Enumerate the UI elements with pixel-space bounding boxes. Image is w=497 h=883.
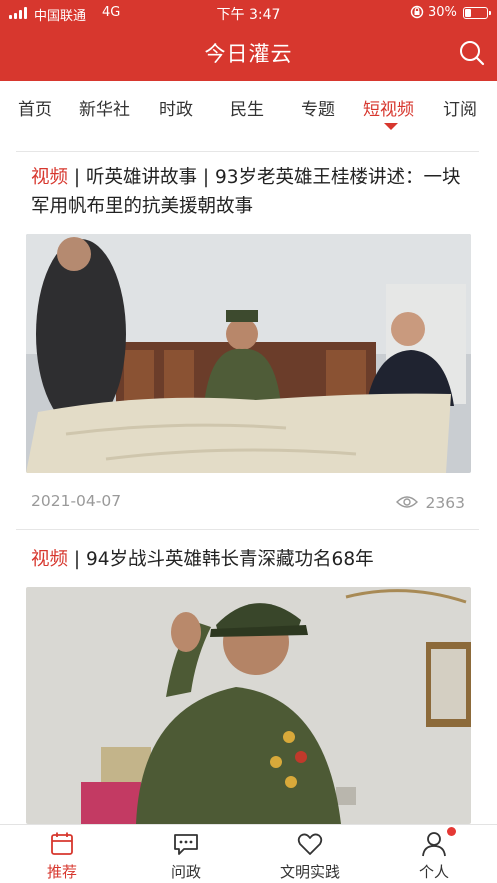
calendar-icon — [51, 832, 73, 855]
app-screen: 中国联通 4G 下午 3:47 30% 今日灌云 首页 新华社 时政 民生 专题… — [0, 0, 497, 883]
nav-profile[interactable]: 个人 — [384, 825, 484, 883]
article-date: 2021-04-07 — [31, 492, 122, 510]
tab-topics[interactable]: 专题 — [301, 95, 335, 120]
divider — [16, 529, 479, 530]
app-header: 中国联通 4G 下午 3:47 30% 今日灌云 — [0, 0, 497, 81]
active-tab-indicator — [384, 123, 398, 130]
page-title: 今日灌云 — [204, 42, 293, 66]
nav-label: 个人 — [418, 863, 449, 881]
veteran-salute-photo — [26, 587, 471, 824]
divider — [16, 151, 479, 152]
search-button[interactable] — [457, 38, 487, 68]
nav-label: 问政 — [170, 863, 201, 881]
veteran-canvas-photo — [26, 234, 471, 473]
heart-icon — [297, 833, 323, 855]
channel-tabs: 首页 新华社 时政 民生 专题 短视频 订阅 — [0, 81, 497, 131]
tab-home[interactable]: 首页 — [18, 95, 52, 120]
battery-icon — [463, 7, 491, 19]
rotation-lock-icon — [410, 5, 424, 23]
tab-politics[interactable]: 时政 — [159, 95, 193, 120]
article-title[interactable]: 视频 | 听英雄讲故事 | 93岁老英雄王桂楼讲述：一块军用帆布里的抗美援朝故事 — [31, 163, 471, 221]
view-count: 2363 — [395, 494, 465, 512]
nav-label: 推荐 — [46, 863, 77, 881]
search-icon — [460, 41, 485, 66]
tab-livelihood[interactable]: 民生 — [230, 95, 264, 120]
video-tag: 视频 — [31, 549, 69, 570]
eye-icon — [395, 496, 418, 508]
tab-subscribe[interactable]: 订阅 — [443, 95, 477, 120]
tab-xinhua[interactable]: 新华社 — [79, 95, 130, 120]
nav-recommend[interactable]: 推荐 — [12, 825, 112, 883]
nav-civilization[interactable]: 文明实践 — [260, 825, 360, 883]
nav-inquiry[interactable]: 问政 — [136, 825, 236, 883]
battery-percent: 30% — [428, 5, 457, 20]
article-title[interactable]: 视频 | 94岁战斗英雄韩长青深藏功名68年 — [31, 545, 471, 574]
article-title-text: | 听英雄讲故事 | 93岁老英雄王桂楼讲述：一块军用帆布里的抗美援朝故事 — [31, 167, 461, 217]
article-thumbnail[interactable] — [26, 587, 471, 824]
nav-label: 文明实践 — [279, 863, 340, 881]
article-title-text: | 94岁战斗英雄韩长青深藏功名68年 — [68, 549, 374, 570]
view-count-value: 2363 — [425, 494, 465, 512]
status-bar: 中国联通 4G 下午 3:47 30% — [0, 0, 497, 26]
tab-short-video[interactable]: 短视频 — [363, 95, 414, 120]
chat-icon — [174, 834, 198, 855]
article-thumbnail[interactable] — [26, 234, 471, 473]
video-tag: 视频 — [31, 167, 69, 188]
person-icon — [422, 832, 446, 857]
bottom-nav: 推荐 问政 文明实践 个人 — [0, 824, 497, 883]
notification-badge — [447, 827, 456, 836]
